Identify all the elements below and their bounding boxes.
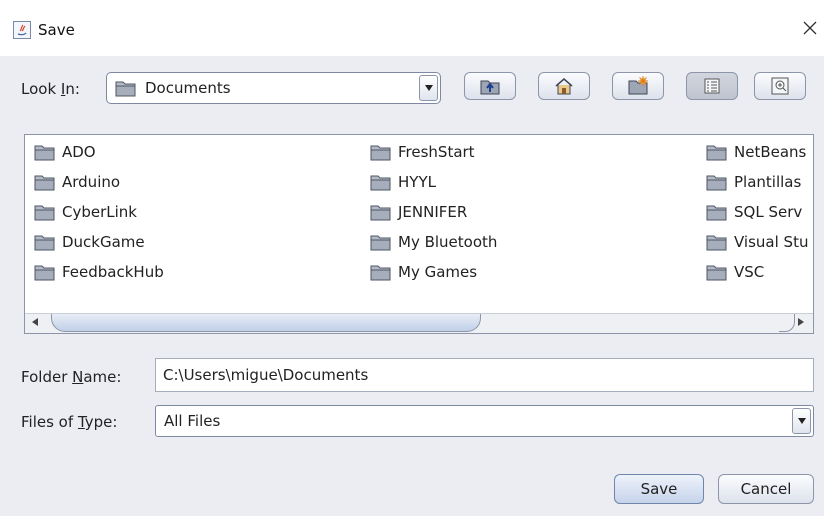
folder-name-text: FeedbackHub [62,263,164,281]
folder-icon [370,145,391,161]
folder-icon [115,81,136,97]
folder-name-text: ADO [62,143,96,161]
chevron-down-icon [798,418,806,424]
files-of-type-dropdown-arrow[interactable] [792,408,811,434]
folder-list-item[interactable]: VSC [706,261,764,283]
folder-name-text: FreshStart [398,143,475,161]
save-dialog: Look In: Documents ADO Arduino CyberLink… [0,56,824,516]
folder-name-text: My Bluetooth [398,233,498,251]
look-in-label: Look In: [21,80,80,98]
folder-icon [706,265,727,281]
look-in-dropdown-arrow[interactable] [419,75,438,101]
details-view-button[interactable] [754,72,806,100]
file-list[interactable]: ADO Arduino CyberLink DuckGame FeedbackHub Fr… [24,134,814,334]
folder-name-text: NetBeans [734,143,807,161]
arrow-right-icon [798,318,804,326]
files-of-type-combobox[interactable]: All Files [155,405,814,437]
details-view-icon [771,77,789,95]
horizontal-scrollbar[interactable] [25,313,813,333]
folder-list-item[interactable]: ADO [34,141,96,163]
folder-icon [370,235,391,251]
folder-list-item[interactable]: SQL Serv [706,201,802,223]
folder-icon [706,205,727,221]
new-folder-icon [628,76,648,95]
folder-list-item[interactable]: Plantillas [706,171,801,193]
window-title: Save [38,21,75,39]
files-of-type-value: All Files [164,412,221,430]
folder-up-icon [480,80,500,95]
folder-icon [706,175,727,191]
folder-name-text: HYYL [398,173,436,191]
folder-list-item[interactable]: JENNIFER [370,201,467,223]
scroll-right-arrow[interactable] [793,314,813,333]
folder-icon [370,205,391,221]
folder-name-text: My Games [398,263,478,281]
folder-list-item[interactable]: Visual Stu [706,231,808,253]
folder-icon [370,265,391,281]
folder-icon [706,145,727,161]
folder-icon [34,235,55,251]
home-button[interactable] [538,72,590,100]
arrow-left-icon [32,318,38,326]
folder-list-item[interactable]: My Bluetooth [370,231,497,253]
folder-name-text: CyberLink [62,203,137,221]
java-app-icon [13,21,31,39]
folder-icon [34,175,55,191]
folder-list-item[interactable]: CyberLink [34,201,137,223]
folder-name-input[interactable]: C:\Users\migue\Documents [155,358,814,392]
save-button[interactable]: Save [614,474,704,504]
look-in-combobox[interactable]: Documents [106,72,441,104]
folder-icon [34,145,55,161]
folder-name-text: Visual Stu [734,233,809,251]
folder-name-text: DuckGame [62,233,145,251]
folder-name-text: SQL Serv [734,203,803,221]
look-in-value: Documents [145,79,231,97]
folder-list-item[interactable]: FreshStart [370,141,475,163]
list-view-button[interactable] [686,72,738,100]
scrollbar-thumb[interactable] [51,314,481,332]
folder-list-item[interactable]: Arduino [34,171,120,193]
scroll-left-arrow[interactable] [27,314,47,333]
folder-name-text: JENNIFER [398,203,468,221]
folder-name-text: Plantillas [734,173,802,191]
home-icon [555,78,573,95]
up-one-level-button[interactable] [464,72,516,100]
files-of-type-label: Files of Type: [21,413,118,431]
folder-list-item[interactable]: HYYL [370,171,436,193]
folder-icon [34,265,55,281]
folder-name-text: VSC [734,263,765,281]
folder-list-item[interactable]: NetBeans [706,141,806,163]
folder-list-item[interactable]: FeedbackHub [34,261,164,283]
folder-icon [370,175,391,191]
cancel-button[interactable]: Cancel [718,474,814,504]
close-icon[interactable] [798,16,822,40]
folder-icon [34,205,55,221]
list-view-icon [704,78,720,94]
new-folder-button[interactable] [612,72,664,100]
title-bar: Save [0,0,824,56]
folder-list-item[interactable]: DuckGame [34,231,145,253]
chevron-down-icon [425,85,433,91]
folder-name-text: Arduino [62,173,121,191]
folder-name-label: Folder Name: [21,368,122,386]
folder-icon [706,235,727,251]
folder-list-item[interactable]: My Games [370,261,477,283]
